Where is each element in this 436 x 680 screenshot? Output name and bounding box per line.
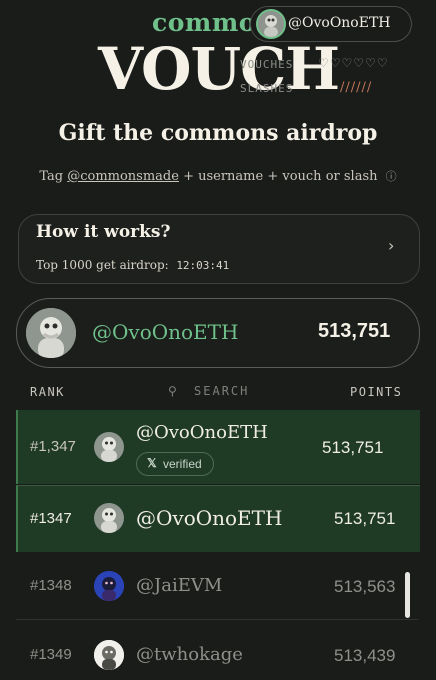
row-avatar [94,571,124,601]
user-chip-name[interactable]: @OvoOnoETH [288,15,391,31]
brand-vouch-wordmark: VOUCH [98,35,340,103]
x-logo-icon: 𝕏 [147,456,157,470]
search-field[interactable]: ⚲ SEARCH [168,384,249,398]
commonsmade-link[interactable]: @commonsmade [67,169,179,184]
scrollbar[interactable] [405,572,410,618]
row-avatar [94,503,124,533]
row-points: 513,751 [334,509,396,528]
row-username[interactable]: @JaiEVM [136,575,222,596]
countdown-timer: 12:03:41 [176,259,230,272]
chevron-right-icon[interactable]: › [388,236,394,255]
points-column-header: POINTS [350,385,403,399]
rank-column-header: RANK [30,385,65,399]
user-avatar-icon[interactable] [256,9,286,39]
search-label: SEARCH [194,384,250,398]
row-points: 513,563 [334,577,396,596]
vouches-label: VOUCHES [240,58,294,71]
slash-marks: ////// [340,80,373,95]
row-rank: #1348 [30,577,72,594]
current-user-avatar [26,308,76,358]
row-rank: #1347 [30,510,72,527]
row-rank: #1,347 [30,438,76,455]
search-icon: ⚲ [168,384,179,398]
row-username[interactable]: @OvoOnoETH [136,506,282,530]
row-username[interactable]: @twhokage [136,644,243,665]
brand-commons-wordmark: commo [152,8,256,37]
vouch-hearts: ♡♡♡♡♡♡ [318,56,389,70]
current-user-points: 513,751 [318,320,391,342]
row-points: 513,751 [322,438,384,457]
verified-badge: 𝕏 verified [136,452,214,476]
page-title: Gift the commons airdrop [58,120,378,146]
how-it-works-title: How it works? [36,222,171,242]
slashes-label: SLASHES [240,82,294,95]
row-rank: #1349 [30,646,72,663]
row-avatar [94,640,124,670]
row-avatar [94,432,124,462]
info-icon[interactable]: ⓘ [386,170,397,183]
row-points: 513,439 [334,646,396,665]
airdrop-info: Top 1000 get airdrop: 12:03:41 [36,258,230,272]
tagline: Tag @commonsmade + username + vouch or s… [39,169,397,184]
current-user-name: @OvoOnoETH [92,320,239,344]
row-username[interactable]: @OvoOnoETH [136,422,268,443]
